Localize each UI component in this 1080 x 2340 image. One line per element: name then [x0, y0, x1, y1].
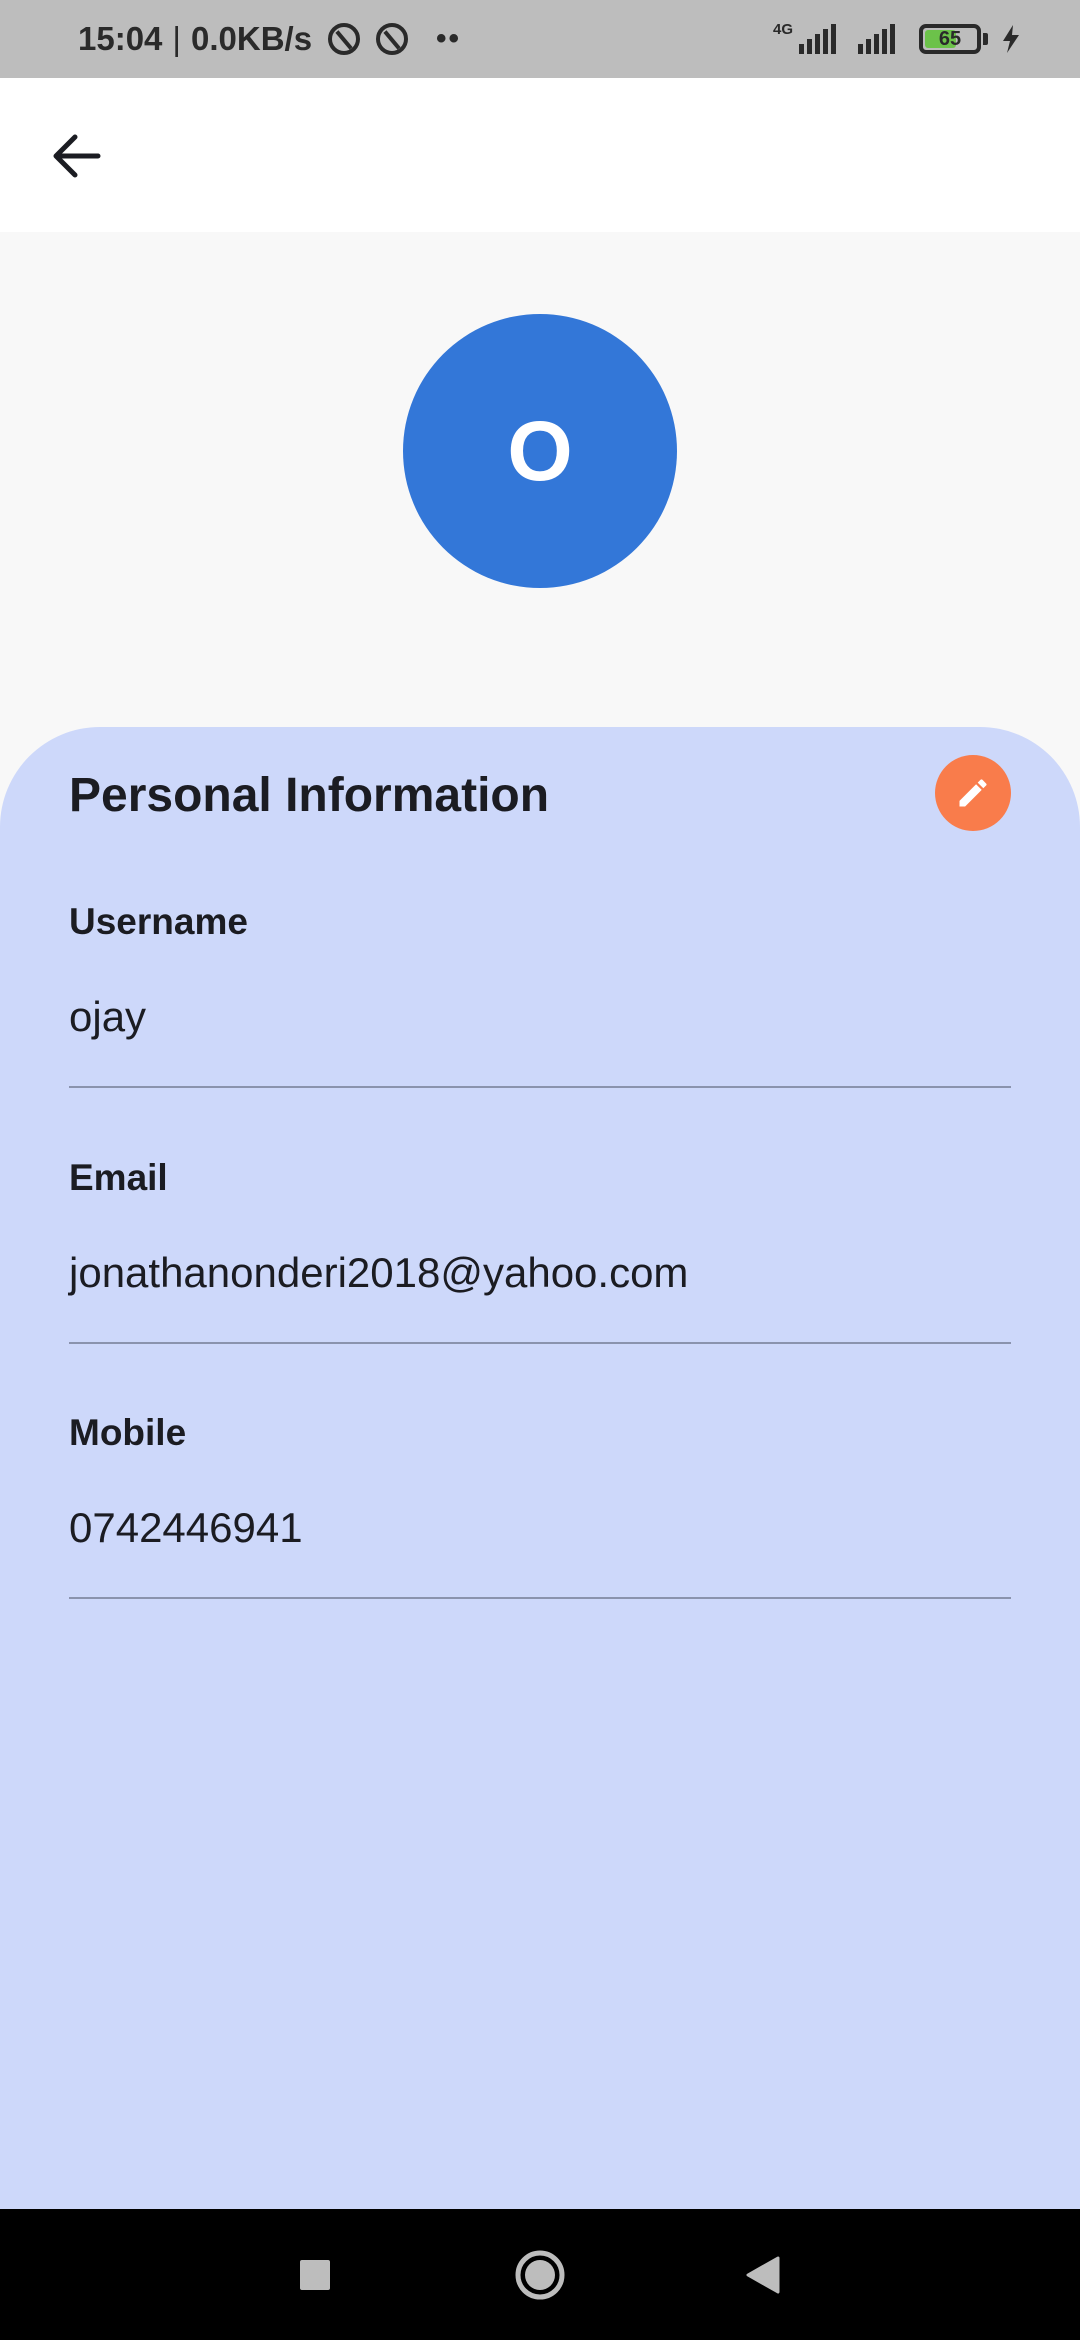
- home-button[interactable]: [500, 2209, 580, 2340]
- signal-icon: [858, 24, 895, 54]
- username-label: Username: [69, 901, 248, 942]
- email-label: Email: [69, 1157, 168, 1198]
- battery-level: 65: [938, 27, 962, 50]
- signal-icon: [799, 24, 836, 54]
- card-title: Personal Information: [69, 769, 550, 822]
- notification-dots: ••: [436, 22, 462, 55]
- network-type-label: 4G: [772, 21, 793, 38]
- back-triangle-icon: [746, 2256, 780, 2293]
- system-nav-bar: [0, 2209, 1080, 2340]
- back-nav-button[interactable]: [728, 2209, 798, 2340]
- status-net-speed: 0.0KB/s: [190, 20, 313, 57]
- status-time: 15:04: [78, 20, 163, 57]
- avatar: O: [403, 314, 677, 588]
- battery-icon: 65: [919, 24, 981, 54]
- avatar-initial: O: [507, 403, 573, 498]
- arrow-back-icon: [53, 134, 101, 178]
- personal-info-card: Personal Information Username ojay Email…: [0, 727, 1080, 2209]
- charging-bolt-icon: [1002, 25, 1020, 53]
- status-right: 4G 65: [773, 0, 1020, 78]
- status-bar: 15:04 | 0.0KB/s •• 4G 65: [0, 0, 1080, 78]
- username-value: ojay: [69, 993, 147, 1040]
- data-saver-icon: [376, 23, 409, 55]
- app-bar: [0, 78, 1080, 232]
- mobile-divider: [69, 1597, 1011, 1599]
- username-divider: [69, 1086, 1011, 1088]
- status-left: 15:04 | 0.0KB/s ••: [78, 0, 461, 78]
- pencil-icon: [959, 779, 987, 807]
- status-separator: |: [172, 20, 181, 57]
- recents-icon: [300, 2259, 330, 2290]
- recents-button[interactable]: [280, 2209, 350, 2340]
- mobile-label: Mobile: [69, 1412, 187, 1453]
- edit-button[interactable]: [935, 755, 1011, 831]
- back-button[interactable]: [36, 118, 116, 194]
- mobile-value: 0742446941: [69, 1504, 303, 1551]
- email-divider: [69, 1342, 1011, 1344]
- email-value: jonathanonderi2018@yahoo.com: [69, 1249, 689, 1296]
- data-saver-icon: [328, 23, 361, 55]
- battery-cap: [983, 33, 988, 45]
- home-icon: [515, 2250, 565, 2299]
